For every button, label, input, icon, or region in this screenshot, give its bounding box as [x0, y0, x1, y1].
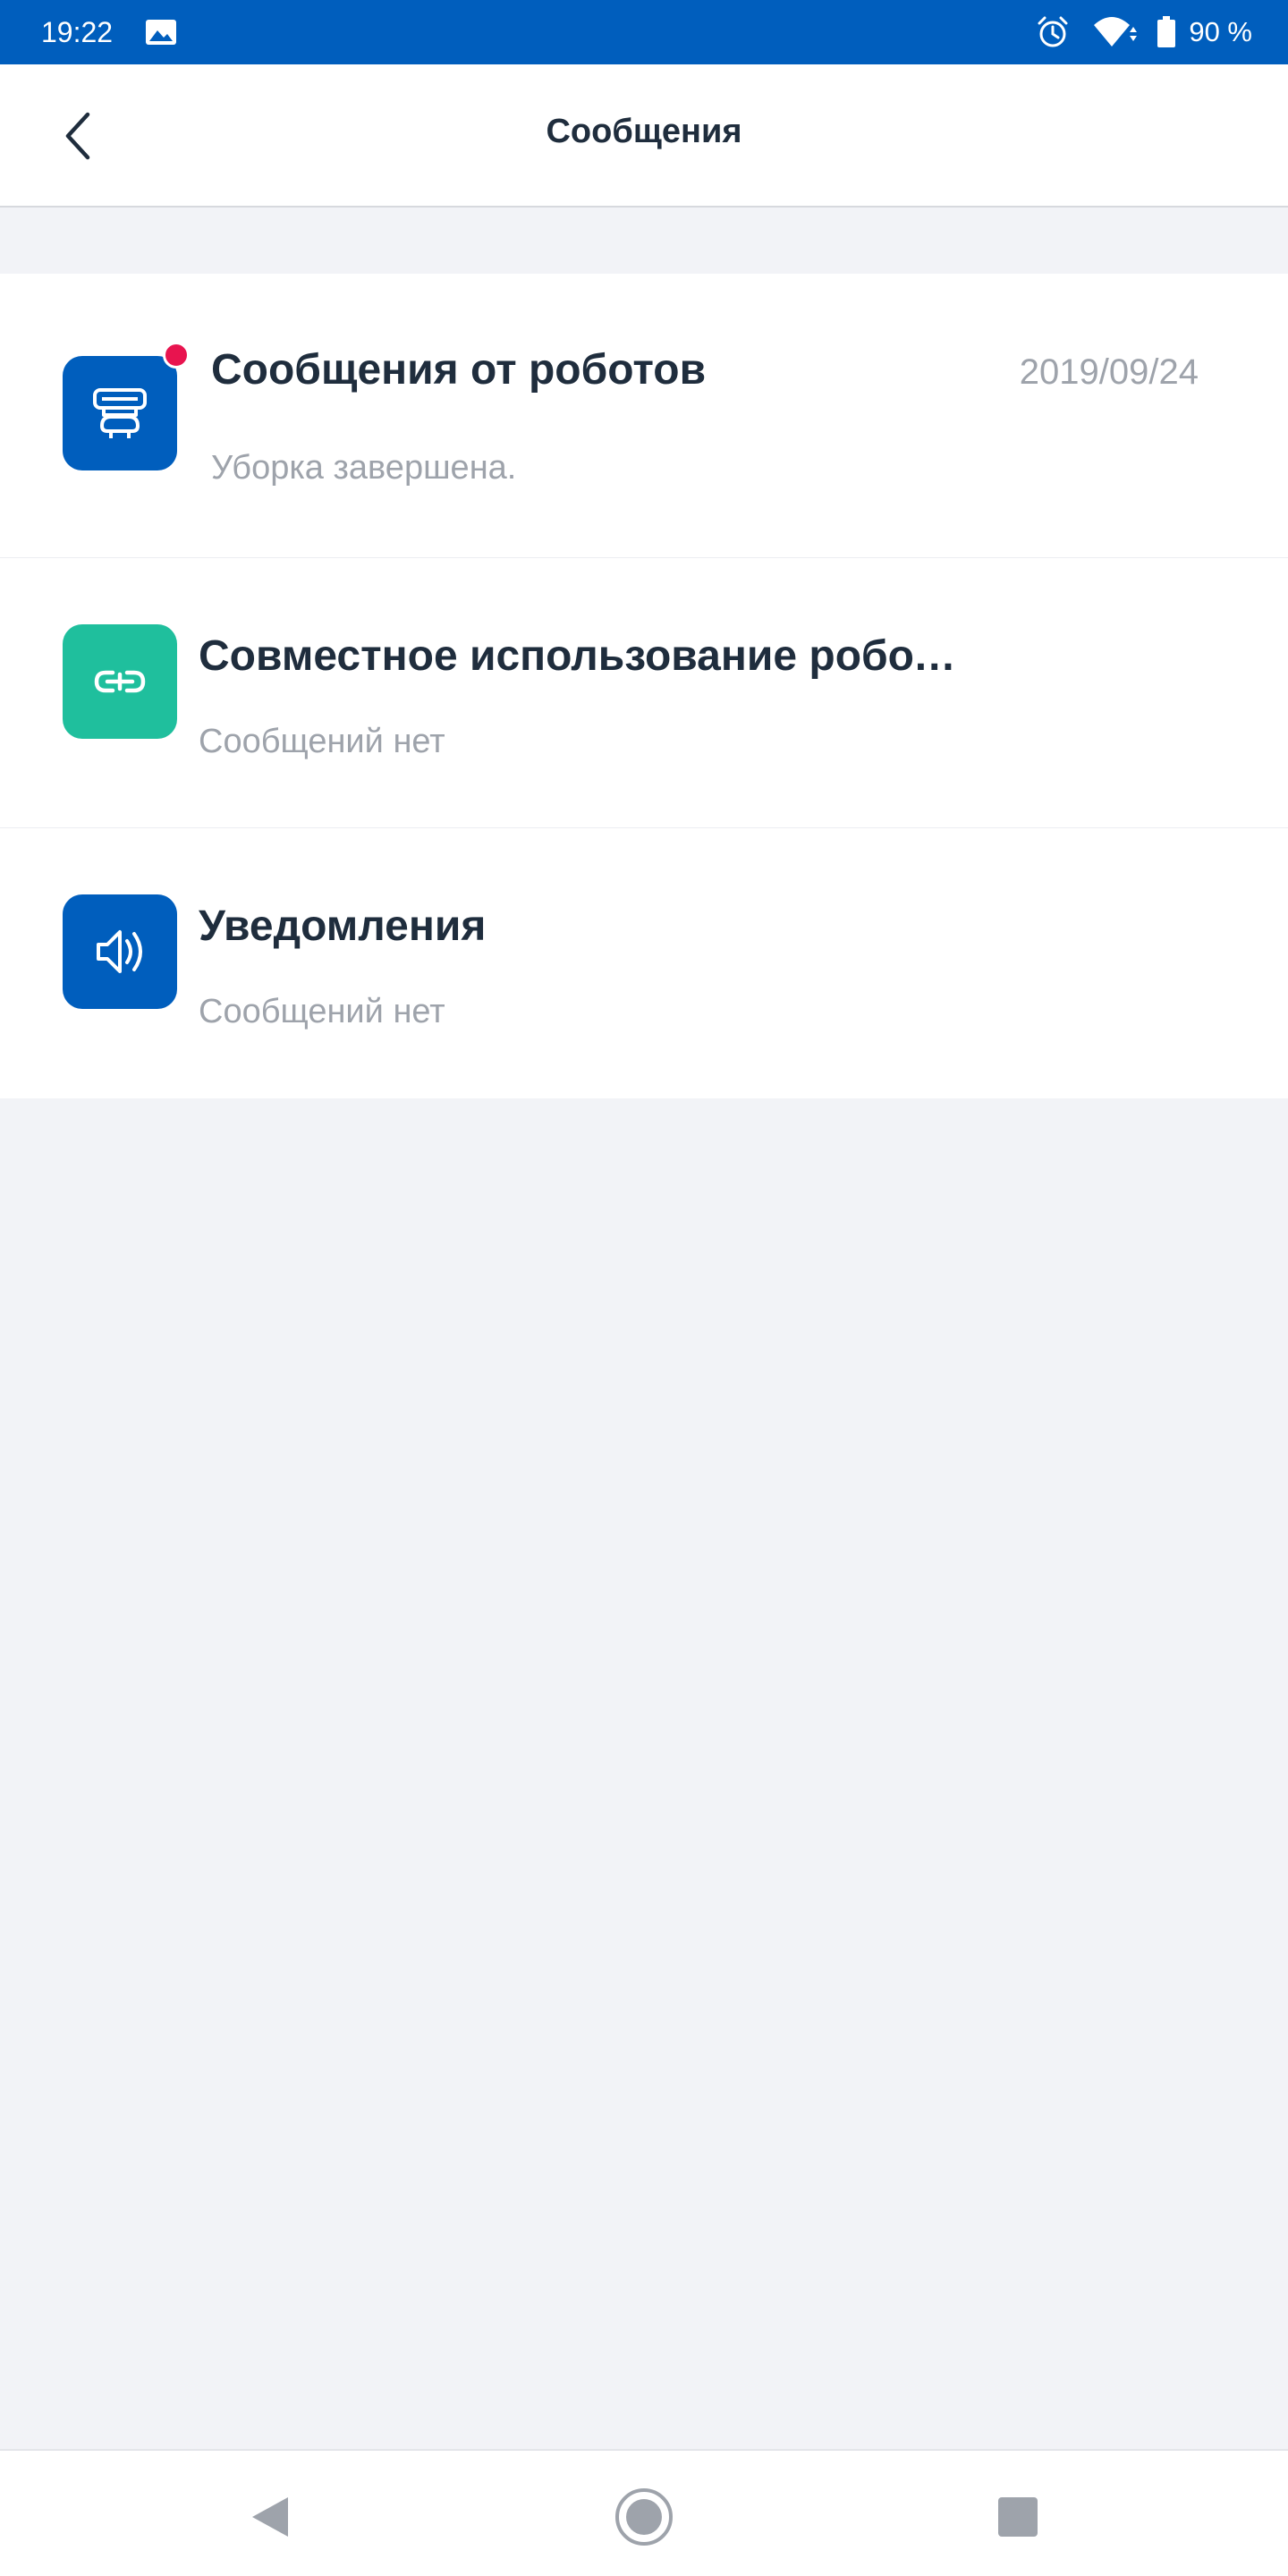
status-bar: 19:22 90 %: [0, 0, 1288, 64]
list-item-robot-sharing[interactable]: Совместное использование роботов Сообщен…: [0, 558, 1288, 828]
gallery-icon: [146, 20, 177, 45]
item-title: Сообщения от роботов: [211, 346, 707, 394]
alarm-icon: [1038, 16, 1068, 47]
nav-back-icon: [252, 2497, 288, 2537]
nav-back-button[interactable]: [240, 2487, 301, 2547]
status-bar-left: 19:22: [41, 16, 177, 49]
list-item-notifications[interactable]: Уведомления Сообщений нет: [0, 828, 1288, 1098]
nav-recent-button[interactable]: [987, 2487, 1048, 2547]
item-date: 2019/09/24: [1019, 352, 1199, 392]
status-time: 19:22: [41, 15, 114, 48]
message-list: Сообщения от роботов Уборка завершена. 2…: [0, 274, 1288, 1098]
robot-sharing-icon-box: [63, 624, 177, 739]
nav-recent-icon: [998, 2497, 1038, 2537]
item-subtitle: Сообщений нет: [199, 993, 445, 1030]
robot-messages-icon-box: [63, 356, 177, 470]
speaker-icon: [97, 930, 142, 973]
link-icon: [94, 670, 146, 693]
battery-percentage: 90 %: [1189, 16, 1252, 47]
unread-badge: [163, 342, 190, 369]
item-title: Совместное использование роботов: [199, 632, 959, 680]
notifications-icon-box: [63, 894, 177, 1009]
messages-screen: 19:22 90 % Сообщения Сообщения от робото…: [0, 0, 1288, 2576]
status-bar-right: 90 %: [1035, 14, 1252, 50]
nav-home-icon: [615, 2488, 673, 2546]
list-item-robot-messages[interactable]: Сообщения от роботов Уборка завершена. 2…: [0, 274, 1288, 558]
app-header: Сообщения: [0, 64, 1288, 208]
item-subtitle: Уборка завершена.: [211, 449, 517, 487]
item-subtitle: Сообщений нет: [199, 723, 445, 760]
wifi-icon: [1094, 17, 1138, 47]
nav-home-button[interactable]: [614, 2487, 674, 2547]
battery-icon: [1157, 16, 1176, 47]
system-nav-bar: [0, 2449, 1288, 2576]
page-title: Сообщения: [546, 113, 742, 150]
item-title: Уведомления: [199, 902, 487, 950]
robot-vacuum-icon: [93, 388, 147, 438]
